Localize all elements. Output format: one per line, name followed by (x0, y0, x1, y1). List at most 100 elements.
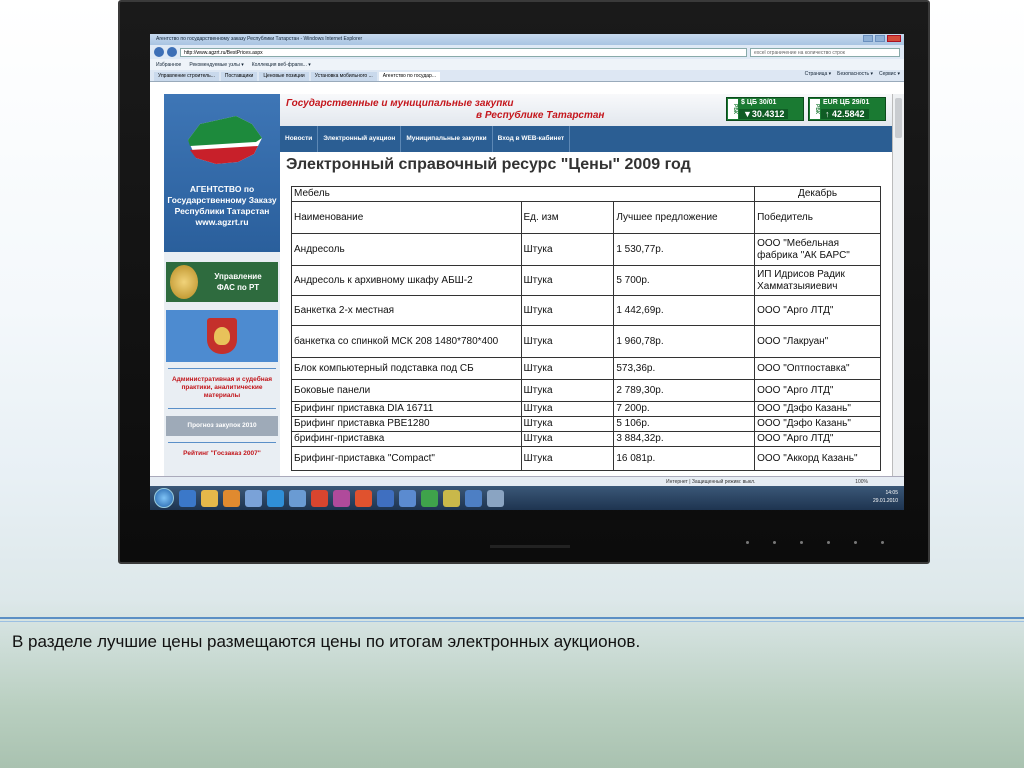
table-row: Брифинг приставка PBE1280 Штука 5 106р. ООО… (291, 416, 881, 432)
unit-cell: Штука (520, 401, 615, 417)
table-row: Брифинг-приставка "Compact" Штука 16 081р.… (291, 446, 881, 471)
table-row: брифинг-приставка Штука 3 884,32р. ООО "Арг… (291, 431, 881, 447)
page-title: Электронный справочный ресурс "Цены" 200… (286, 156, 691, 173)
column-header: Наименование (291, 201, 522, 234)
russia-emblem-banner[interactable] (166, 310, 278, 362)
browser-tab[interactable]: Установка мобильного ... (310, 72, 377, 81)
table-category-row: Мебель Декабрь (290, 186, 881, 202)
column-header: Лучшее предложение (613, 201, 756, 234)
item-name-cell: Блок компьютерный подставка под СБ (291, 357, 522, 380)
browser-tab[interactable]: Ценовые позиции (259, 72, 309, 81)
url-input[interactable]: http://www.agzrt.ru/BestPrices.aspx (180, 47, 747, 57)
item-name-cell: Андресоль к архивному шкафу АБШ-2 (291, 265, 522, 296)
fas-banner[interactable]: Управление ФАС по РТ (166, 262, 278, 302)
app-icon[interactable] (487, 489, 504, 507)
unit-cell: Штука (520, 233, 615, 266)
safety-menu[interactable]: Безопасность ▾ (837, 71, 873, 77)
winner-cell: ООО "Лакруан" (754, 325, 881, 358)
best-price-cell: 1 442,69р. (613, 295, 756, 326)
app-icon[interactable] (289, 489, 306, 507)
web-slice-gallery-link[interactable]: Коллекция веб-фрагм... ▾ (252, 62, 311, 68)
monitor-frame: Агентство по государственному заказу Рес… (118, 0, 930, 564)
unit-cell: Штука (520, 295, 615, 326)
item-name-cell: Банкетка 2-х местная (291, 295, 522, 326)
table-header-row: Наименование Ед. изм Лучшее предложение … (291, 201, 881, 234)
explorer-icon[interactable] (201, 489, 218, 507)
browser-tab[interactable]: Управление строитель... (154, 72, 219, 81)
opera-icon[interactable] (355, 489, 372, 507)
winner-cell: ООО "Арго ЛТД" (754, 379, 881, 402)
browser-titlebar: Агентство по государственному заказу Рес… (150, 34, 904, 45)
sidebar-link-rating[interactable]: Рейтинг "Госзаказ 2007" (166, 450, 278, 458)
search-input[interactable]: excel ограничение на количество строк (750, 47, 900, 57)
item-name-cell: Брифинг приставка DIA 16711 (291, 401, 522, 417)
slide-caption: В разделе лучшие цены размещаются цены п… (12, 632, 641, 651)
item-name-cell: Брифинг приставка PBE1280 (291, 416, 522, 432)
table-row: Боковые панели Штука 2 789,30р. ООО "Арго Л… (291, 379, 881, 402)
prices-table: Мебель Декабрь Наименование Ед. изм Лучш… (290, 186, 881, 471)
page-scrollbar[interactable] (892, 94, 904, 476)
app-icon[interactable] (443, 489, 460, 507)
usd-rate-widget: РБК $ ЦБ 30/01 ▼30.4312 (726, 97, 804, 121)
slide-divider-light (0, 621, 1024, 622)
site-sidebar: АГЕНТСТВО по Государственному Заказу Рес… (164, 94, 280, 476)
page-menu[interactable]: Страница ▾ (805, 71, 832, 77)
table-row: банкетка со спинкой МСК 208 1480*780*400… (291, 325, 881, 358)
screen: Агентство по государственному заказу Рес… (150, 34, 904, 510)
minimize-button[interactable] (863, 35, 873, 42)
monitor-brand (490, 545, 570, 548)
item-name-cell: брифинг-приставка (291, 431, 522, 447)
best-price-cell: 3 884,32р. (613, 431, 756, 447)
best-price-cell: 5 700р. (613, 265, 756, 296)
word-icon[interactable] (377, 489, 394, 507)
item-name-cell: банкетка со спинкой МСК 208 1480*780*400 (291, 325, 522, 358)
favorites-button[interactable]: Избранное (156, 62, 181, 68)
banner-title: Государственные и муниципальные закупки (286, 98, 514, 109)
unit-cell: Штука (520, 265, 615, 296)
maximize-button[interactable] (875, 35, 885, 42)
fas-emblem-icon (170, 265, 198, 299)
table-row: Банкетка 2-х местная Штука 1 442,69р. ООО "… (291, 295, 881, 326)
best-price-cell: 1 530,77р. (613, 233, 756, 266)
start-button[interactable] (154, 488, 174, 508)
zoom-level[interactable]: 100% (855, 479, 868, 485)
best-price-cell: 7 200р. (613, 401, 756, 417)
browser-tab[interactable]: Поставщики (220, 72, 258, 81)
category-cell: Мебель (290, 186, 756, 202)
app-icon[interactable] (465, 489, 482, 507)
app-icon[interactable] (421, 489, 438, 507)
site-menu: Новости Электронный аукцион Муниципальны… (280, 126, 892, 152)
table-row: Брифинг приставка DIA 16711 Штука 7 200р. О… (291, 401, 881, 417)
app-icon[interactable] (333, 489, 350, 507)
back-icon[interactable] (154, 47, 164, 57)
media-player-icon[interactable] (179, 489, 196, 507)
app-icon[interactable] (399, 489, 416, 507)
close-button[interactable] (887, 35, 901, 42)
tab-bar: Управление строитель... Поставщики Ценов… (150, 70, 904, 82)
sidebar-link-practice[interactable]: Административная и судебная практики, ан… (166, 376, 278, 400)
app-icon[interactable] (245, 489, 262, 507)
menu-municipal[interactable]: Муниципальные закупки (401, 126, 493, 152)
winner-cell: ООО "Оптпоставка" (754, 357, 881, 380)
sidebar-link-forecast[interactable]: Прогноз закупок 2010 (166, 416, 278, 436)
website: АГЕНТСТВО по Государственному Заказу Рес… (150, 94, 892, 476)
forward-icon[interactable] (167, 47, 177, 57)
system-clock[interactable]: 14:05 29.01.2010 (873, 489, 898, 505)
column-header: Ед. изм (520, 201, 615, 234)
suggested-sites-link[interactable]: Рекомендуемые узлы ▾ (189, 62, 243, 68)
menu-web-cabinet[interactable]: Вход в WEB-кабинет (493, 126, 571, 152)
powerpoint-icon[interactable] (311, 489, 328, 507)
menu-electronic-auction[interactable]: Электронный аукцион (318, 126, 402, 152)
browser-tab-active[interactable]: Агентство по государ... (378, 72, 440, 81)
table-row: Блок компьютерный подставка под СБ Штука 5… (291, 357, 881, 380)
menu-news[interactable]: Новости (280, 126, 319, 152)
table-row: Андресоль к архивному шкафу АБШ-2 Штука 5 … (291, 265, 881, 296)
internet-explorer-icon[interactable] (267, 489, 284, 507)
eur-rate-widget: РБК EUR ЦБ 29/01 ↑ 42.5842 (808, 97, 886, 121)
folder-icon[interactable] (223, 489, 240, 507)
windows-taskbar: 14:05 29.01.2010 (150, 486, 904, 510)
tools-menu[interactable]: Сервис ▾ (879, 71, 900, 77)
slide-divider (0, 617, 1024, 619)
tatarstan-map-icon (188, 116, 262, 164)
agency-logo[interactable]: АГЕНТСТВО по Государственному Заказу Рес… (164, 94, 280, 252)
